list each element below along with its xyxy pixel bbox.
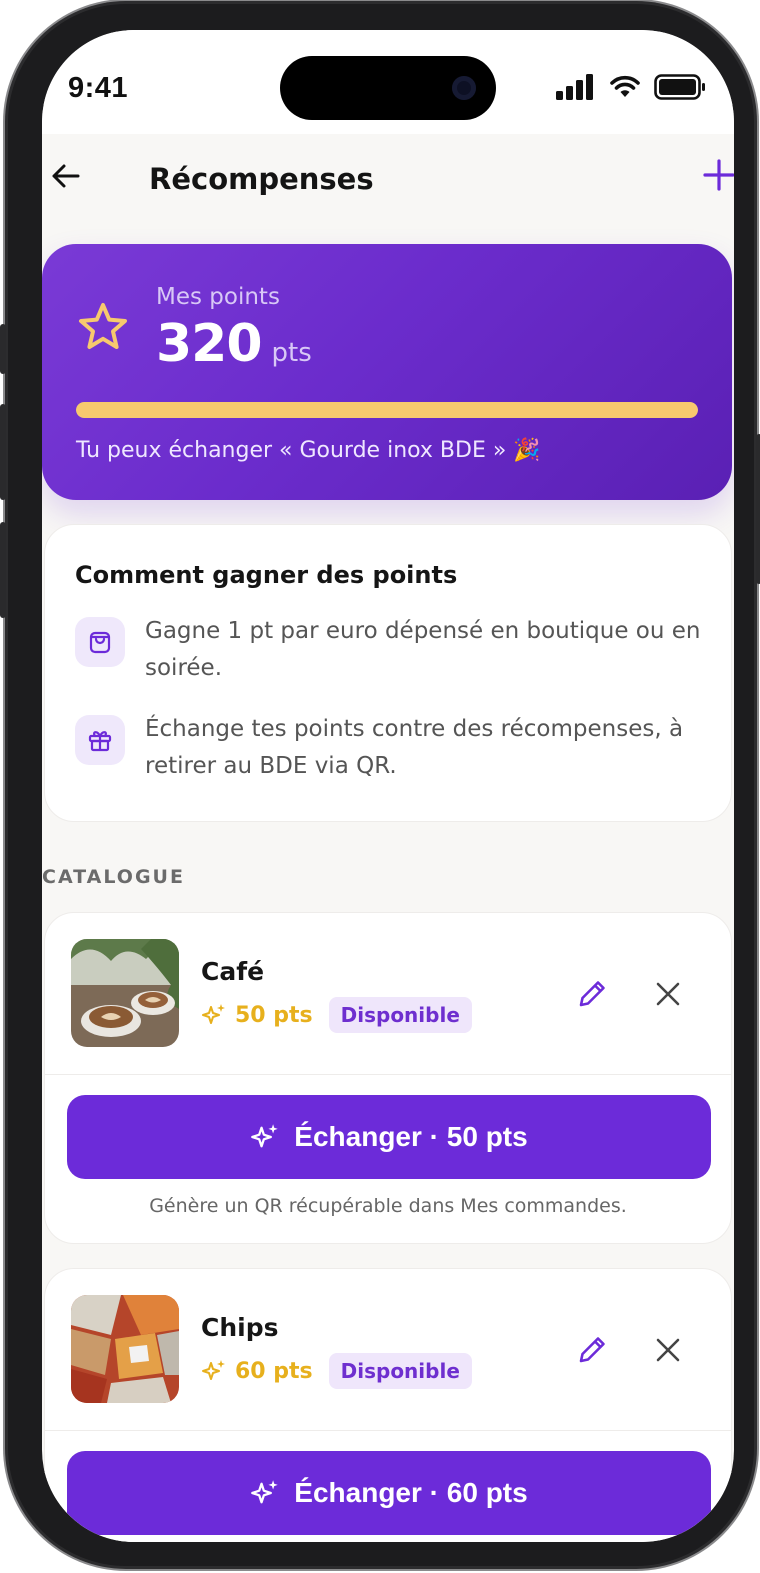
exchange-note: Génère un QR récupérable dans Mes comman… bbox=[149, 1195, 627, 1217]
points-balance: 320 pts bbox=[156, 314, 312, 374]
status-time: 9:41 bbox=[68, 72, 129, 104]
reward-points: 50 pts bbox=[235, 1002, 313, 1028]
sparkles-icon bbox=[202, 1004, 225, 1024]
reward-header: Chips 60 pts Disponible bbox=[45, 1269, 731, 1431]
camera-icon bbox=[452, 76, 476, 100]
catalogue-section-label: CATALOGUE bbox=[42, 866, 185, 888]
earn-item-text: Échange tes points contre des récompense… bbox=[145, 716, 684, 779]
reward-name: Chips bbox=[201, 1313, 279, 1342]
points-card: Mes points 320 pts Tu peux échanger « Go… bbox=[42, 244, 732, 500]
reward-meta: 60 pts Disponible bbox=[201, 1353, 472, 1389]
exchange-button[interactable]: Échanger · 50 pts bbox=[67, 1095, 711, 1179]
edit-pencil-icon[interactable] bbox=[575, 1333, 609, 1367]
volume-down-button bbox=[0, 522, 6, 618]
earn-title: Comment gagner des points bbox=[75, 561, 458, 589]
reward-meta: 50 pts Disponible bbox=[201, 997, 472, 1033]
earn-item: Gagne 1 pt par euro dépensé en boutique … bbox=[75, 617, 705, 687]
exchange-button[interactable]: Échanger · 60 pts bbox=[67, 1451, 711, 1535]
reward-points: 60 pts bbox=[235, 1358, 313, 1384]
status-badge: Disponible bbox=[328, 1353, 472, 1389]
points-label: Mes points bbox=[156, 284, 280, 310]
phone-frame: 9:41 Récompenses Mes points 320 pts Tu p… bbox=[0, 4, 760, 1566]
delete-x-icon[interactable] bbox=[653, 1335, 683, 1365]
status-badge: Disponible bbox=[328, 997, 472, 1033]
earn-item-text: Gagne 1 pt par euro dépensé en boutique … bbox=[145, 618, 701, 681]
exchange-button-label: Échanger · 50 pts bbox=[294, 1121, 528, 1152]
exchange-button-label: Échanger · 60 pts bbox=[294, 1477, 528, 1508]
sparkles-icon bbox=[251, 1124, 278, 1148]
page-title: Récompenses bbox=[149, 162, 374, 196]
divider bbox=[45, 1430, 731, 1431]
reward-image-coffee bbox=[71, 939, 179, 1047]
sparkles-icon bbox=[202, 1360, 225, 1380]
divider bbox=[45, 1074, 731, 1075]
points-progress-bar bbox=[76, 402, 698, 418]
add-reward-icon[interactable] bbox=[702, 158, 734, 192]
earn-item: Échange tes points contre des récompense… bbox=[75, 715, 705, 785]
edit-pencil-icon[interactable] bbox=[575, 977, 609, 1011]
earn-points-card: Comment gagner des points Gagne 1 pt par… bbox=[44, 524, 732, 822]
volume-up-button bbox=[0, 404, 6, 500]
reward-header: Café 50 pts Disponible bbox=[45, 913, 731, 1075]
wifi-icon bbox=[610, 75, 640, 97]
back-arrow-icon[interactable] bbox=[48, 158, 84, 194]
reward-card: Chips 60 pts Disponible Échanger · 60 pt… bbox=[44, 1268, 732, 1542]
dynamic-island bbox=[280, 56, 496, 120]
sparkles-icon bbox=[251, 1480, 278, 1504]
points-value: 320 bbox=[156, 314, 263, 374]
battery-icon bbox=[654, 74, 705, 100]
reward-name: Café bbox=[201, 957, 265, 986]
gift-icon bbox=[75, 715, 125, 765]
star-icon bbox=[79, 303, 127, 349]
mute-switch bbox=[0, 324, 6, 374]
power-button bbox=[756, 434, 760, 584]
shopping-bag-icon bbox=[75, 617, 125, 667]
points-message: Tu peux échanger « Gourde inox BDE » 🎉 bbox=[76, 438, 541, 463]
app-header: Récompenses bbox=[42, 134, 734, 230]
status-bar: 9:41 bbox=[42, 30, 734, 134]
reward-card: Café 50 pts Disponible Échanger · 50 pts… bbox=[44, 912, 732, 1244]
points-progress-fill bbox=[76, 402, 698, 418]
delete-x-icon[interactable] bbox=[653, 979, 683, 1009]
cellular-signal-icon bbox=[556, 74, 593, 100]
points-unit: pts bbox=[271, 338, 312, 368]
screen: 9:41 Récompenses Mes points 320 pts Tu p… bbox=[42, 30, 734, 1542]
reward-image-chips bbox=[71, 1295, 179, 1403]
status-icons bbox=[556, 74, 706, 100]
